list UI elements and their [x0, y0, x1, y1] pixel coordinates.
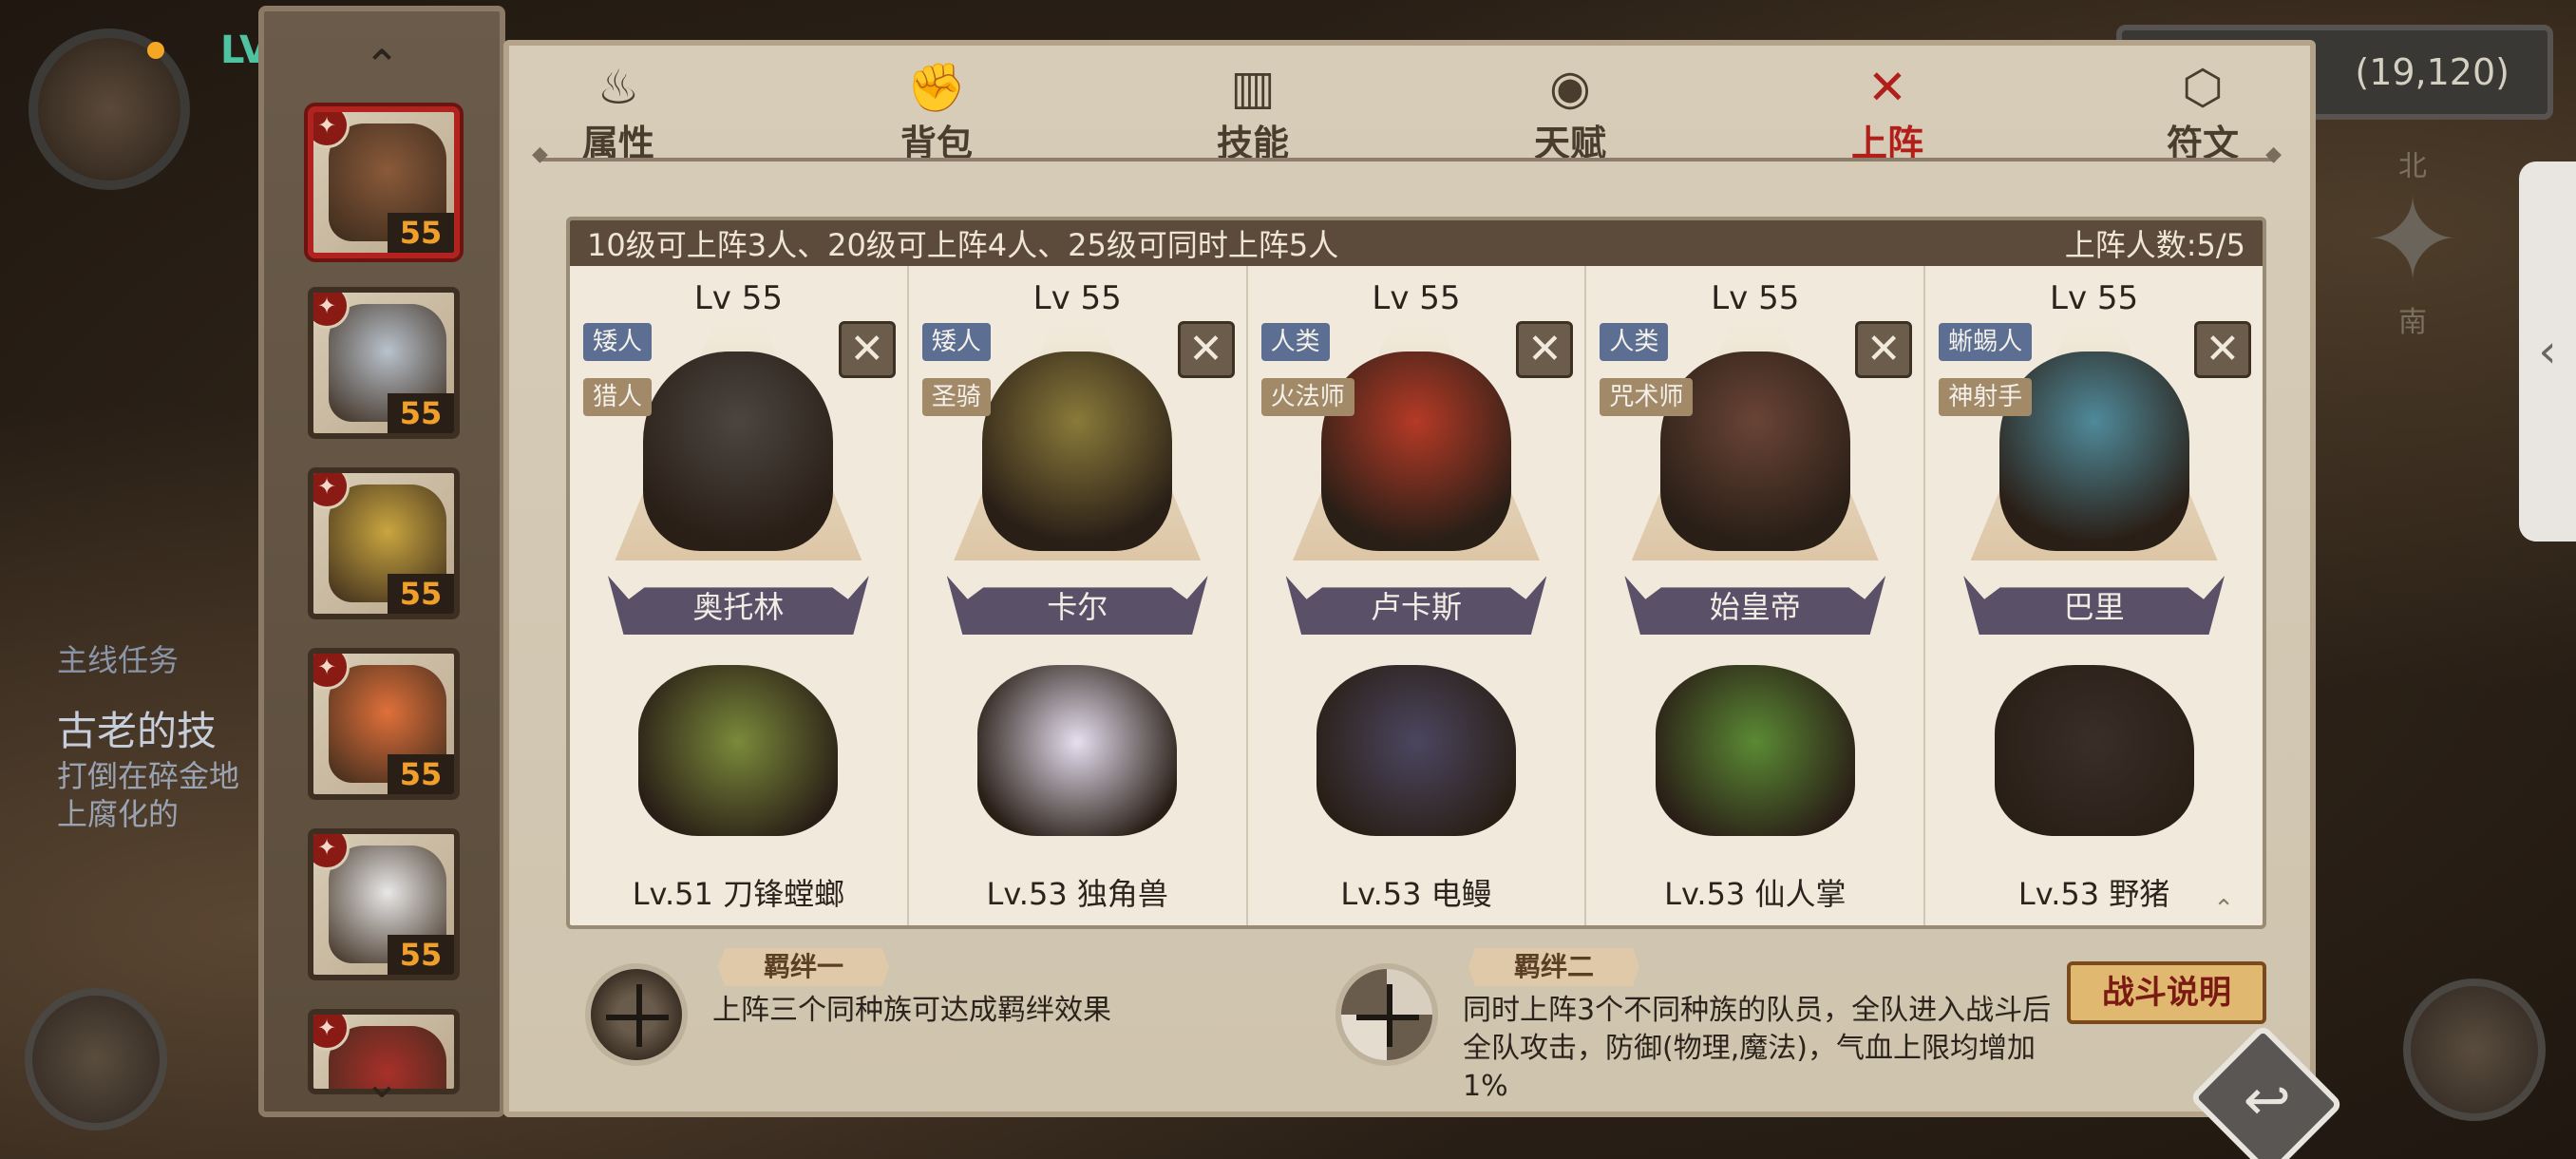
quest-header: 主线任务 — [57, 642, 180, 678]
slot-level: Lv 55 — [1372, 279, 1461, 317]
hero-level-badge: 55 — [388, 213, 454, 253]
notification-dot — [147, 42, 164, 59]
bond-two-icon[interactable] — [1335, 963, 1438, 1066]
slot-level: Lv 55 — [693, 279, 783, 317]
pet-figure[interactable] — [638, 665, 839, 836]
race-tag: 人类 — [1600, 323, 1669, 361]
race-tag: 矮人 — [921, 323, 991, 361]
roster-hero-card[interactable]: ✦ 55 — [308, 467, 460, 619]
bond-one-title: 羁绊一 — [718, 948, 889, 986]
class-tag: 火法师 — [1260, 378, 1354, 416]
formation-slots: Lv 55 矮人猎人 ✕ 奥托林 Lv.51 刀锋螳螂 Lv 55 矮人圣骑 ✕ 卡尔 Lv.53… — [570, 266, 2263, 925]
compass-rose-icon: ✦ — [2364, 175, 2461, 307]
formation-slot[interactable]: Lv 55 矮人圣骑 ✕ 卡尔 Lv.53 独角兽 — [909, 266, 1248, 925]
player-avatar[interactable] — [28, 28, 190, 190]
roster-hero-card[interactable]: ✦ 55 — [308, 106, 460, 258]
tab-backpack[interactable]: ✊ 背包 — [865, 61, 1008, 165]
map-action-button-left[interactable] — [25, 988, 167, 1130]
chevron-up-icon[interactable]: ⌃ — [264, 40, 500, 91]
remove-hero-button[interactable]: ✕ — [1177, 321, 1235, 378]
tab-deploy[interactable]: ✕ 上阵 — [1816, 61, 1959, 165]
tab-attributes[interactable]: ♨ 属性 — [547, 61, 690, 165]
hero-figure — [643, 352, 834, 551]
quest-text: 打倒在碎金地上腐化的 — [57, 758, 240, 832]
hero-level-badge: 55 — [388, 935, 454, 975]
race-tag: 蜥蜴人 — [1939, 323, 2033, 361]
battle-info-button[interactable]: 战斗说明 — [2067, 961, 2266, 1024]
formation-count: 上阵人数:5/5 — [2064, 227, 2245, 263]
quest-tracker[interactable]: 主线任务 古老的技 打倒在碎金地上腐化的 — [57, 636, 266, 833]
pet-name: Lv.53 仙人掌 — [1664, 876, 1847, 912]
class-tag: 猎人 — [583, 378, 653, 416]
roster-hero-card[interactable]: ✦ 55 — [308, 287, 460, 439]
class-tag: 圣骑 — [921, 378, 991, 416]
pet-figure[interactable] — [1994, 665, 2194, 836]
pet-name: Lv.53 独角兽 — [986, 876, 1168, 912]
slot-level: Lv 55 — [1032, 279, 1122, 317]
return-arrow-icon: ↩ — [2243, 1067, 2291, 1134]
race-tag: 人类 — [1260, 323, 1330, 361]
skill-book-icon: ▥ — [1230, 60, 1276, 115]
tab-skills[interactable]: ▥ 技能 — [1182, 61, 1324, 165]
chevron-down-icon[interactable]: ⌄ — [264, 1056, 500, 1108]
team-panel: ♨ 属性 ✊ 背包 ▥ 技能 ◉ 天赋 ✕ 上阵 ⬡ 符文 10级可上阵3人、2… — [503, 40, 2344, 1159]
crossed-swords-icon: ✕ — [1867, 60, 1907, 115]
tab-runes[interactable]: ⬡ 符文 — [2131, 61, 2274, 165]
roster-hero-card[interactable]: ✦ 55 — [308, 828, 460, 980]
hero-name-ribbon: 巴里 — [1963, 576, 2225, 635]
class-tag: 神射手 — [1939, 378, 2033, 416]
pet-name: Lv.51 刀锋螳螂 — [632, 876, 845, 912]
formation-board: 10级可上阵3人、20级可上阵4人、25级可同时上阵5人 上阵人数:5/5 Lv… — [566, 217, 2266, 929]
home-button[interactable] — [2403, 978, 2546, 1121]
compass-south-label: 南 — [2398, 306, 2427, 339]
rune-icon: ⬡ — [2182, 60, 2224, 115]
bond-one-icon[interactable] — [585, 963, 688, 1066]
formation-header: 10级可上阵3人、20级可上阵4人、25级可同时上阵5人 上阵人数:5/5 — [570, 220, 2263, 266]
formation-rule-text: 10级可上阵3人、20级可上阵4人、25级可同时上阵5人 — [587, 227, 1339, 263]
compass: 北 ✦ 南 — [2337, 142, 2489, 342]
remove-hero-button[interactable]: ✕ — [1516, 321, 1574, 378]
talent-eye-icon: ◉ — [1549, 60, 1591, 115]
chevron-left-icon: ‹ — [2538, 325, 2557, 378]
quest-title: 古老的技 — [57, 708, 218, 754]
roster-hero-card[interactable]: ✦ 55 — [308, 648, 460, 800]
pet-name: Lv.53 电鳗 — [1340, 876, 1492, 912]
backpack-icon: ✊ — [906, 60, 967, 115]
side-drawer-handle[interactable]: ‹ — [2519, 162, 2576, 542]
tab-divider — [532, 142, 2282, 166]
scroll-up-icon[interactable]: ⌃ — [2213, 895, 2234, 923]
pet-name: Lv.53 野猪 — [2017, 876, 2170, 912]
formation-slot[interactable]: Lv 55 人类咒术师 ✕ 始皇帝 Lv.53 仙人掌 — [1586, 266, 1926, 925]
bond-two-desc: 同时上阵3个不同种族的队员，全队进入战斗后全队攻击，防御(物理,魔法)，气血上限… — [1463, 994, 2052, 1103]
race-tag: 矮人 — [583, 323, 653, 361]
tab-bar: ♨ 属性 ✊ 背包 ▥ 技能 ◉ 天赋 ✕ 上阵 ⬡ 符文 — [547, 51, 2285, 165]
remove-hero-button[interactable]: ✕ — [838, 321, 896, 378]
remove-hero-button[interactable]: ✕ — [2193, 321, 2251, 378]
hero-roster[interactable]: ⌃ ✦ 55 ✦ 55 ✦ 55 ✦ 55 ✦ 55 ✦ ⌄ — [258, 6, 505, 1117]
remove-hero-button[interactable]: ✕ — [1855, 321, 1913, 378]
formation-slot[interactable]: Lv 55 蜥蜴人神射手 ✕ 巴里 Lv.53 野猪 — [1925, 266, 2263, 925]
hero-level-badge: 55 — [388, 393, 454, 433]
hero-level-badge: 55 — [388, 754, 454, 794]
bond-one-desc: 上阵三个同种族可达成羁绊效果 — [712, 994, 1111, 1027]
slot-level: Lv 55 — [1711, 279, 1800, 317]
tab-talent[interactable]: ◉ 天赋 — [1499, 61, 1641, 165]
hero-name-ribbon: 卢卡斯 — [1285, 576, 1547, 635]
hero-name-ribbon: 始皇帝 — [1624, 576, 1886, 635]
attributes-icon: ♨ — [597, 60, 640, 115]
pet-figure[interactable] — [1655, 665, 1855, 836]
formation-slot[interactable]: Lv 55 人类火法师 ✕ 卢卡斯 Lv.53 电鳗 — [1248, 266, 1587, 925]
class-tag: 咒术师 — [1600, 378, 1694, 416]
slot-level: Lv 55 — [2050, 279, 2139, 317]
hero-level-badge: 55 — [388, 574, 454, 614]
pet-figure[interactable] — [977, 665, 1178, 836]
pet-figure[interactable] — [1316, 665, 1516, 836]
hero-name-ribbon: 奥托林 — [608, 576, 869, 635]
hero-figure — [982, 352, 1173, 551]
bond-two-title: 羁绊二 — [1468, 948, 1639, 986]
formation-slot[interactable]: Lv 55 矮人猎人 ✕ 奥托林 Lv.51 刀锋螳螂 — [570, 266, 909, 925]
hero-name-ribbon: 卡尔 — [946, 576, 1208, 635]
